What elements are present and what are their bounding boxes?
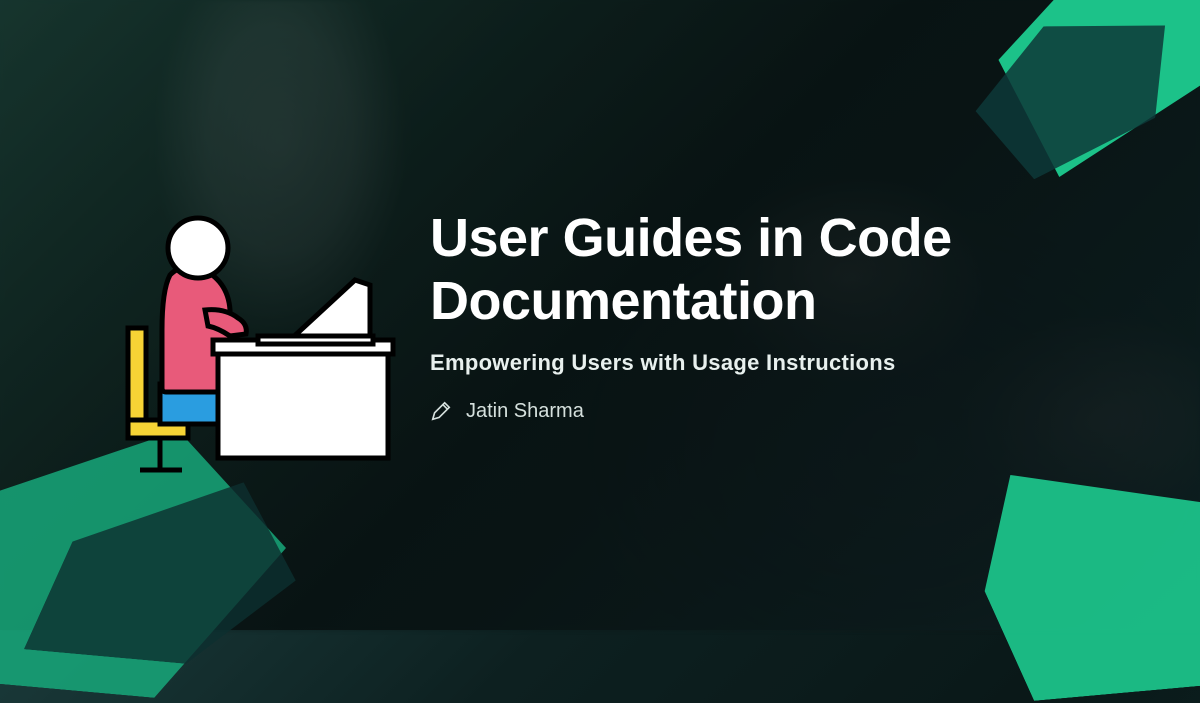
pencil-icon [430,400,452,422]
text-block: User Guides in Code Documentation Empowe… [430,207,1200,422]
page-title: User Guides in Code Documentation [430,207,1120,331]
page-subtitle: Empowering Users with Usage Instructions [430,350,1120,376]
author-row: Jatin Sharma [430,400,1120,423]
content-container: User Guides in Code Documentation Empowe… [0,0,1200,630]
author-name: Jatin Sharma [466,400,584,423]
person-at-desk-illustration [90,160,410,480]
